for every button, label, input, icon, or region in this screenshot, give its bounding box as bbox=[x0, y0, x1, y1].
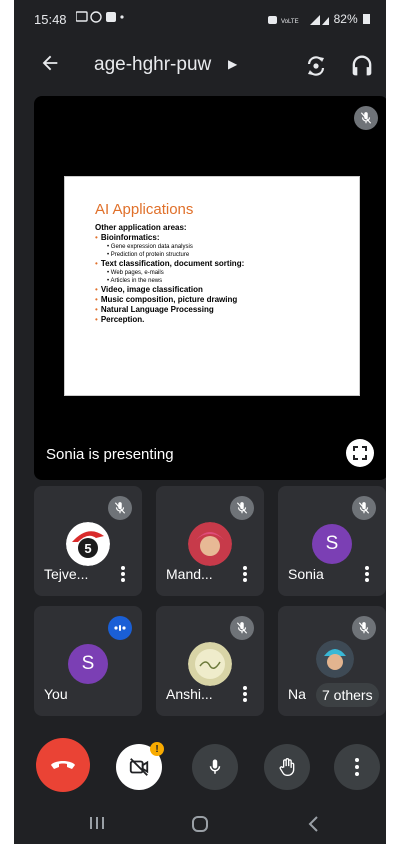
speaking-indicator-icon bbox=[108, 616, 132, 640]
warning-badge-icon: ! bbox=[150, 742, 164, 756]
status-bar: 15:48 VoLTE 82% bbox=[14, 0, 386, 36]
avatar bbox=[316, 640, 354, 678]
caret-right-icon[interactable]: ▶ bbox=[228, 57, 237, 71]
avatar bbox=[188, 522, 232, 566]
notification-icons bbox=[75, 11, 124, 26]
avatar: S bbox=[312, 524, 352, 564]
more-vert-icon[interactable] bbox=[362, 564, 372, 584]
battery-icon bbox=[363, 14, 370, 24]
slide-item: • Text classification, document sorting: bbox=[95, 259, 245, 268]
status-right: VoLTE 82% bbox=[268, 12, 370, 26]
slide-intro: Other application areas: bbox=[95, 223, 187, 232]
slide-item: • Natural Language Processing bbox=[95, 305, 214, 314]
end-call-button[interactable] bbox=[36, 738, 90, 792]
mic-off-icon bbox=[354, 106, 378, 130]
mic-icon bbox=[209, 759, 221, 774]
slide-item: • Music composition, picture drawing bbox=[95, 295, 238, 304]
camera-off-icon bbox=[129, 758, 149, 776]
slide-item: • Video, image classification bbox=[95, 285, 203, 294]
avatar bbox=[188, 642, 232, 686]
recent-apps-icon[interactable] bbox=[86, 814, 108, 832]
participant-name: Mand... bbox=[166, 566, 213, 582]
mic-off-icon bbox=[352, 496, 376, 520]
slide-subitem: • Gene expression data analysis bbox=[107, 244, 193, 250]
headphones-icon[interactable] bbox=[348, 52, 376, 80]
more-options-button[interactable] bbox=[334, 744, 380, 790]
microphone-button[interactable] bbox=[192, 744, 238, 790]
meeting-code[interactable]: age-hghr-puw bbox=[94, 54, 211, 76]
slide-content: Other application areas: • Bioinformatics… bbox=[95, 223, 244, 325]
svg-text:5: 5 bbox=[84, 541, 91, 556]
signal-icons: VoLTE bbox=[268, 14, 330, 25]
more-vert-icon[interactable] bbox=[240, 684, 250, 704]
presenting-label: Sonia is presenting bbox=[46, 446, 174, 463]
avatar: 5 bbox=[66, 522, 110, 566]
slide-item: • Bioinformatics: bbox=[95, 233, 160, 242]
more-vert-icon[interactable] bbox=[240, 564, 250, 584]
shared-slide: AI Applications Other application areas:… bbox=[64, 176, 360, 396]
participant-tile[interactable]: Mand... bbox=[156, 486, 264, 596]
others-count-chip[interactable]: 7 others bbox=[316, 683, 379, 707]
participant-name: Tejve... bbox=[44, 566, 89, 582]
participant-name: Sonia bbox=[288, 566, 324, 582]
participant-name: Anshi... bbox=[166, 686, 213, 702]
slide-subitem: • Prediction of protein structure bbox=[107, 252, 190, 258]
mic-off-icon bbox=[108, 496, 132, 520]
participant-tile[interactable]: Anshi... bbox=[156, 606, 264, 716]
meeting-top-bar: age-hghr-puw ▶ bbox=[14, 44, 386, 88]
participant-tile-self[interactable]: S You bbox=[34, 606, 142, 716]
home-icon[interactable] bbox=[190, 814, 210, 834]
system-nav-bar bbox=[14, 800, 386, 844]
participant-tile[interactable]: 5 Tejve... bbox=[34, 486, 142, 596]
switch-camera-icon[interactable] bbox=[302, 52, 330, 80]
mic-off-icon bbox=[230, 616, 254, 640]
participant-tile[interactable]: S Sonia bbox=[278, 486, 386, 596]
slide-subitem: • Articles in the news bbox=[107, 278, 163, 284]
hand-icon bbox=[279, 758, 295, 776]
avatar: S bbox=[68, 644, 108, 684]
slide-subitem: • Web pages, e-mails bbox=[107, 270, 164, 276]
camera-toggle-button[interactable]: ! bbox=[116, 742, 164, 790]
more-vert-icon[interactable] bbox=[118, 564, 128, 584]
svg-text:VoLTE: VoLTE bbox=[281, 19, 299, 25]
fullscreen-icon[interactable] bbox=[346, 439, 374, 467]
hang-up-icon bbox=[51, 761, 75, 769]
mic-off-icon bbox=[352, 616, 376, 640]
battery-level: 82% bbox=[333, 12, 358, 26]
participant-name: Na bbox=[288, 686, 306, 702]
status-time: 15:48 bbox=[34, 12, 67, 27]
meet-screen: 15:48 VoLTE 82% age-hghr-puw ▶ AI Applic… bbox=[14, 0, 386, 844]
slide-item: • Perception. bbox=[95, 315, 145, 324]
back-nav-icon[interactable] bbox=[304, 814, 324, 834]
presentation-panel[interactable]: AI Applications Other application areas:… bbox=[34, 96, 386, 480]
slide-title: AI Applications bbox=[95, 201, 194, 218]
back-arrow-icon[interactable] bbox=[36, 52, 64, 80]
mic-off-icon bbox=[230, 496, 254, 520]
raise-hand-button[interactable] bbox=[264, 744, 310, 790]
participant-name: You bbox=[44, 686, 68, 702]
notification-icons-glyphs bbox=[75, 11, 124, 23]
more-vert-icon bbox=[355, 758, 359, 776]
